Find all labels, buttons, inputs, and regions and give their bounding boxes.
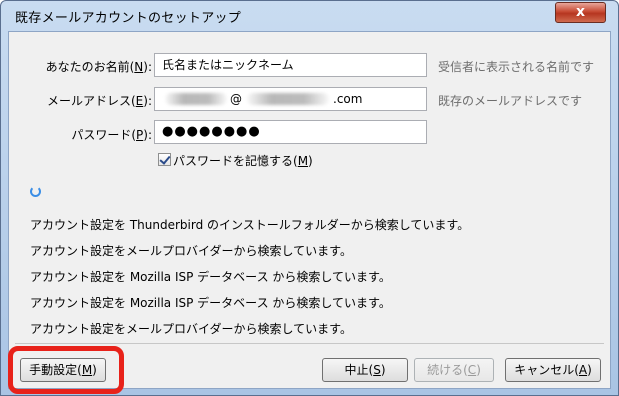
remember-password-checkbox[interactable] — [158, 153, 171, 166]
footer-divider — [15, 343, 604, 344]
name-label: あなたのお名前(N): — [45, 60, 152, 74]
remember-password-label[interactable]: パスワードを記憶する(M) — [173, 152, 313, 169]
manual-setup-highlight — [8, 346, 124, 394]
close-button[interactable]: x — [555, 2, 606, 23]
stop-button[interactable]: 中止(S) — [322, 358, 408, 382]
password-input[interactable]: ●●●●●●●● — [154, 120, 427, 144]
email-domain-suffix: .com — [333, 92, 363, 106]
status-line: アカウント設定をメールプロバイダーから検索しています。 — [30, 322, 352, 336]
email-domain-redacted — [247, 93, 329, 105]
email-local-part-redacted — [165, 93, 227, 105]
email-at-sign: @ — [230, 92, 242, 106]
window-title: 既存メールアカウントのセットアップ — [15, 11, 242, 26]
cancel-button[interactable]: キャンセル(A) — [505, 358, 601, 382]
name-input[interactable]: 氏名またはニックネーム — [154, 53, 427, 77]
status-line: アカウント設定をメールプロバイダーから検索しています。 — [30, 244, 352, 258]
dialog-body: あなたのお名前(N): 氏名またはニックネーム 受信者に表示される名前です メー… — [8, 31, 611, 394]
status-line: アカウント設定を Mozilla ISP データベース から検索しています。 — [30, 296, 391, 310]
name-hint: 受信者に表示される名前です — [438, 60, 595, 74]
continue-button[interactable]: 続ける(C) — [414, 358, 494, 382]
password-masked-value: ●●●●●●●● — [162, 124, 261, 139]
password-label: パスワード(P): — [71, 128, 152, 142]
close-icon: x — [575, 4, 586, 20]
title-bar[interactable]: 既存メールアカウントのセットアップ x — [1, 1, 618, 31]
loading-spinner-icon — [30, 186, 41, 197]
name-input-value: 氏名またはニックネーム — [162, 58, 294, 72]
status-line: アカウント設定を Thunderbird のインストールフォルダーから検索してい… — [30, 218, 470, 232]
dialog-window: 既存メールアカウントのセットアップ x あなたのお名前(N): 氏名またはニック… — [0, 0, 619, 396]
email-label: メールアドレス(E): — [46, 94, 152, 108]
email-hint: 既存のメールアドレスです — [438, 94, 583, 108]
status-line: アカウント設定を Mozilla ISP データベース から検索しています。 — [30, 270, 391, 284]
email-input[interactable]: @ .com — [154, 87, 427, 111]
